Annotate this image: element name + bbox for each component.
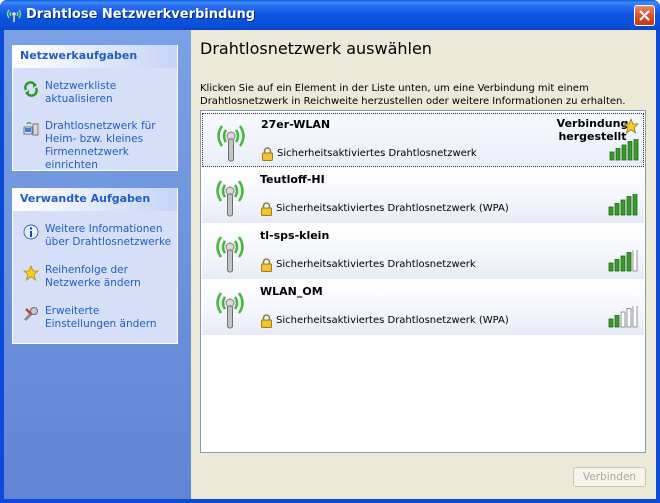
security-label: Sicherheitsaktiviertes Drahtlosnetzwerk … (276, 315, 509, 326)
network-name: tl-sps-klein (260, 229, 330, 242)
task-label: Reihenfolge der Netzwerke ändern (45, 264, 141, 289)
network-tasks-group: Netzwerkaufgaben Netzwerkliste aktualisi… (12, 45, 178, 171)
star-icon (623, 118, 639, 134)
refresh-icon (24, 81, 38, 97)
task-more-info-wireless[interactable]: Weitere Informationen über Drahtlosnetzw… (23, 223, 173, 249)
wireless-antenna-icon (217, 125, 245, 162)
network-name: 27er-WLAN (261, 118, 331, 131)
network-item[interactable]: 27er-WLAN Sicherheitsaktiviertes Drahtlo… (202, 113, 644, 167)
network-tasks-header: Netzwerkaufgaben (13, 45, 177, 68)
info-icon (23, 224, 39, 240)
lock-icon (261, 314, 272, 328)
signal-bar (615, 148, 621, 161)
signal-strength-icon (608, 250, 638, 272)
signal-bar (621, 144, 627, 161)
signal-bar (614, 259, 620, 272)
settings-icon (23, 307, 38, 322)
network-item[interactable]: WLAN_OM Sicherheitsaktiviertes Drahtlosn… (202, 281, 644, 335)
wireless-setup-icon (23, 121, 39, 136)
wireless-antenna-icon (216, 292, 244, 329)
signal-bar (633, 139, 639, 161)
signal-strength-icon (609, 139, 639, 161)
signal-bar (620, 255, 626, 272)
signal-bar (609, 151, 615, 161)
window-title: Drahtlose Netzwerkverbindung (26, 7, 256, 22)
network-name: Teutloff-HI (260, 173, 325, 186)
task-label: Drahtlosnetzwerk für Heim- bzw. kleines … (45, 120, 156, 171)
signal-bar (632, 250, 638, 272)
related-tasks-header: Verwandte Aufgaben (13, 188, 177, 211)
lock-icon (261, 258, 272, 272)
signal-strength-icon (608, 194, 638, 216)
title-bar[interactable]: Drahtlose Netzwerkverbindung (0, 0, 660, 30)
signal-bar (608, 206, 614, 216)
signal-bar (627, 141, 633, 161)
security-label: Sicherheitsaktiviertes Drahtlosnetzwerk (276, 259, 476, 270)
page-title: Drahtlosnetzwerk auswählen (200, 39, 432, 58)
signal-bar (626, 196, 632, 216)
connect-button[interactable]: Verbinden (573, 467, 646, 487)
signal-bar (620, 199, 626, 216)
task-advanced-settings[interactable]: Erweiterte Einstellungen ändern (23, 305, 173, 331)
instructions-text: Klicken Sie auf ein Element in der Liste… (200, 83, 626, 107)
network-name: WLAN_OM (260, 285, 323, 298)
client-area: Netzwerkaufgaben Netzwerkliste aktualisi… (4, 30, 656, 499)
wireless-antenna-icon (216, 180, 244, 217)
lock-icon (262, 147, 273, 161)
window-frame: Drahtlose Netzwerkverbindung Netzwerkauf… (0, 0, 660, 503)
security-label: Sicherheitsaktiviertes Drahtlosnetzwerk (277, 148, 477, 159)
task-pane: Netzwerkaufgaben Netzwerkliste aktualisi… (4, 30, 191, 499)
signal-bar (620, 311, 626, 328)
signal-bar (614, 203, 620, 216)
signal-bar (626, 252, 632, 272)
task-label: Netzwerkliste aktualisieren (45, 80, 117, 105)
security-label: Sicherheitsaktiviertes Drahtlosnetzwerk … (276, 203, 509, 214)
related-tasks-group: Verwandte Aufgaben Weitere Informationen… (12, 188, 178, 344)
signal-bar (632, 194, 638, 216)
network-item[interactable]: Teutloff-HI Sicherheitsaktiviertes Draht… (202, 169, 644, 223)
wireless-antenna-icon (216, 236, 244, 273)
task-refresh-network-list[interactable]: Netzwerkliste aktualisieren (23, 80, 173, 106)
task-change-network-order[interactable]: Reihenfolge der Netzwerke ändern (23, 264, 173, 290)
lock-icon (261, 202, 272, 216)
task-label: Erweiterte Einstellungen ändern (45, 305, 157, 330)
signal-bar (626, 308, 632, 328)
signal-bar (608, 262, 614, 272)
signal-bar (608, 318, 614, 328)
content-pane: Drahtlosnetzwerk auswählen Klicken Sie a… (191, 30, 656, 499)
star-icon (23, 265, 39, 281)
close-button[interactable] (634, 5, 655, 26)
signal-bar (614, 315, 620, 328)
network-list[interactable]: 27er-WLAN Sicherheitsaktiviertes Drahtlo… (200, 110, 646, 453)
wireless-network-icon (6, 9, 22, 22)
signal-strength-icon (608, 306, 638, 328)
task-setup-wireless-network[interactable]: Drahtlosnetzwerk für Heim- bzw. kleines … (23, 120, 173, 172)
close-icon (639, 10, 650, 21)
network-item[interactable]: tl-sps-klein Sicherheitsaktiviertes Drah… (202, 225, 644, 279)
task-label: Weitere Informationen über Drahtlosnetzw… (45, 223, 172, 248)
signal-bar (632, 306, 638, 328)
